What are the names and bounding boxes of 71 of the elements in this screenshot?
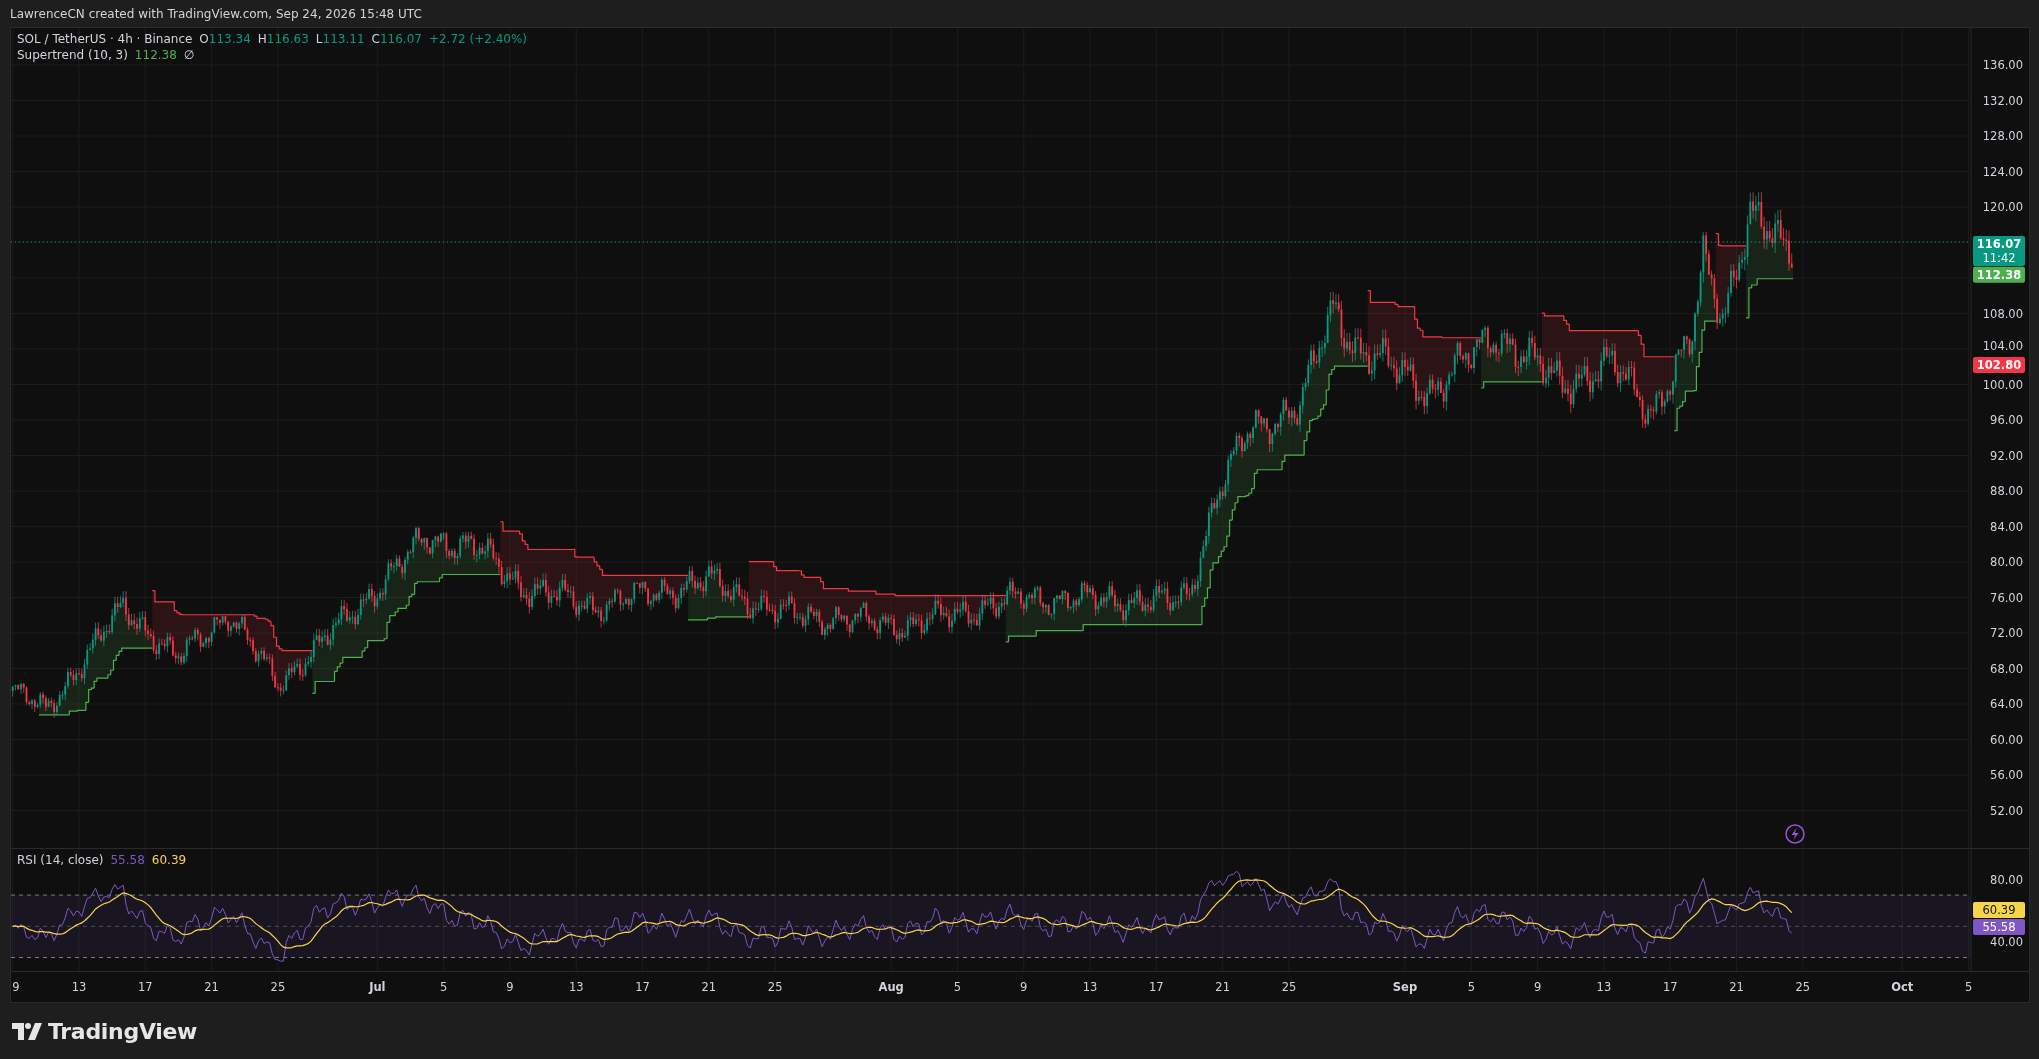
time-axis-label: Aug [878, 980, 904, 994]
time-axis-label: 9 [506, 980, 514, 994]
lightning-icon [1785, 824, 1805, 844]
time-axis-label: Oct [1891, 980, 1914, 994]
rsi-axis-label: 80.00 [1990, 872, 2023, 887]
price-axis-label: 96.00 [1990, 413, 2023, 427]
time-axis-label: 5 [440, 980, 448, 994]
time-axis-label: 5 [953, 980, 962, 994]
time-axis-label: 25 [1795, 980, 1811, 994]
price-axis-label: 72.00 [1990, 626, 2023, 640]
indicator-name: Supertrend (10, 3) [17, 48, 128, 62]
price-axis-label: 92.00 [1990, 448, 2023, 463]
price-axis-label: 68.00 [1990, 661, 2023, 676]
price-badge: 112.38 [1973, 266, 2025, 283]
time-axis-label: 9 [12, 980, 20, 994]
price-axis-label: 52.00 [1990, 803, 2023, 818]
price-axis-label: 76.00 [1990, 590, 2023, 605]
time-axis-label: 5 [1467, 980, 1475, 994]
price-axis-label: 104.00 [1982, 339, 2023, 353]
time-axis-label: 21 [1729, 980, 1744, 994]
time-axis-label: 9 [1020, 980, 1028, 994]
time-axis-label: 13 [1596, 980, 1612, 994]
brand-name: TradingView [48, 1018, 198, 1044]
time-axis-label: Jul [369, 980, 386, 994]
time-axis-label: 13 [568, 980, 584, 994]
price-axis-label: 108.00 [1982, 306, 2023, 321]
rsi-badge: 60.39 [1973, 902, 2025, 919]
indicator-value: 112.38 [134, 48, 177, 62]
price-badge: 102.80 [1973, 357, 2025, 373]
price-axis-label: 60.00 [1990, 732, 2023, 747]
price-axis-label: 88.00 [1990, 484, 2023, 498]
price-axis-label: 128.00 [1982, 129, 2023, 143]
time-axis-label: Sep [1392, 980, 1418, 994]
indicator-status: ∅ [183, 48, 195, 62]
time-axis-label: 21 [701, 980, 717, 994]
price-change: +2.72 (+2.40%) [428, 32, 528, 46]
price-axis-label: 80.00 [1990, 555, 2023, 569]
time-axis-label: 25 [767, 980, 783, 994]
rsi-value: 55.58 [110, 853, 145, 867]
tradingview-logo-icon [12, 1022, 42, 1040]
symbol-title: SOL / TetherUS · 4h · Binance [17, 32, 193, 46]
ohlc-value: L113.11 [315, 32, 365, 46]
time-axis-label: 17 [1149, 980, 1164, 994]
ohlc-value: H116.63 [257, 32, 309, 46]
price-axis-label: 136.00 [1982, 58, 2023, 72]
time-axis-label: 9 [1533, 980, 1542, 994]
time-axis-label: 17 [138, 980, 153, 994]
time-axis-label: 21 [1215, 980, 1230, 994]
rsi-average-value: 60.39 [151, 853, 187, 867]
time-axis-label: 25 [270, 980, 286, 994]
price-axis-label: 84.00 [1990, 519, 2023, 534]
price-axis-label: 120.00 [1982, 200, 2023, 214]
time-axis-label: 17 [635, 980, 650, 994]
price-axis-label: 132.00 [1982, 93, 2023, 108]
rsi-title: RSI (14, close) [17, 853, 104, 867]
time-axis-label: 13 [71, 980, 87, 994]
price-axis-label: 64.00 [1990, 697, 2023, 711]
rsi-axis-label: 40.00 [1990, 934, 2023, 949]
time-axis-label: 25 [1281, 980, 1297, 994]
price-axis-label: 100.00 [1982, 377, 2023, 392]
time-axis-label: 13 [1082, 980, 1098, 994]
price-badge: 116.07 11:42 [1973, 235, 2025, 266]
ohlc-value: O113.34 [199, 32, 251, 46]
attribution-text: LawrenceCN created with TradingView.com, Sep 24, 2026 15:48 UTC [9, 5, 423, 23]
time-axis-label: 17 [1662, 980, 1678, 994]
ohlc-value: C116.07 [371, 32, 422, 46]
price-axis-label: 124.00 [1982, 164, 2023, 179]
price-axis-label: 56.00 [1990, 768, 2023, 782]
rsi-badge: 55.58 [1973, 919, 2025, 936]
time-axis-label: 5 [1964, 980, 1973, 994]
time-axis-label: 21 [204, 980, 219, 994]
